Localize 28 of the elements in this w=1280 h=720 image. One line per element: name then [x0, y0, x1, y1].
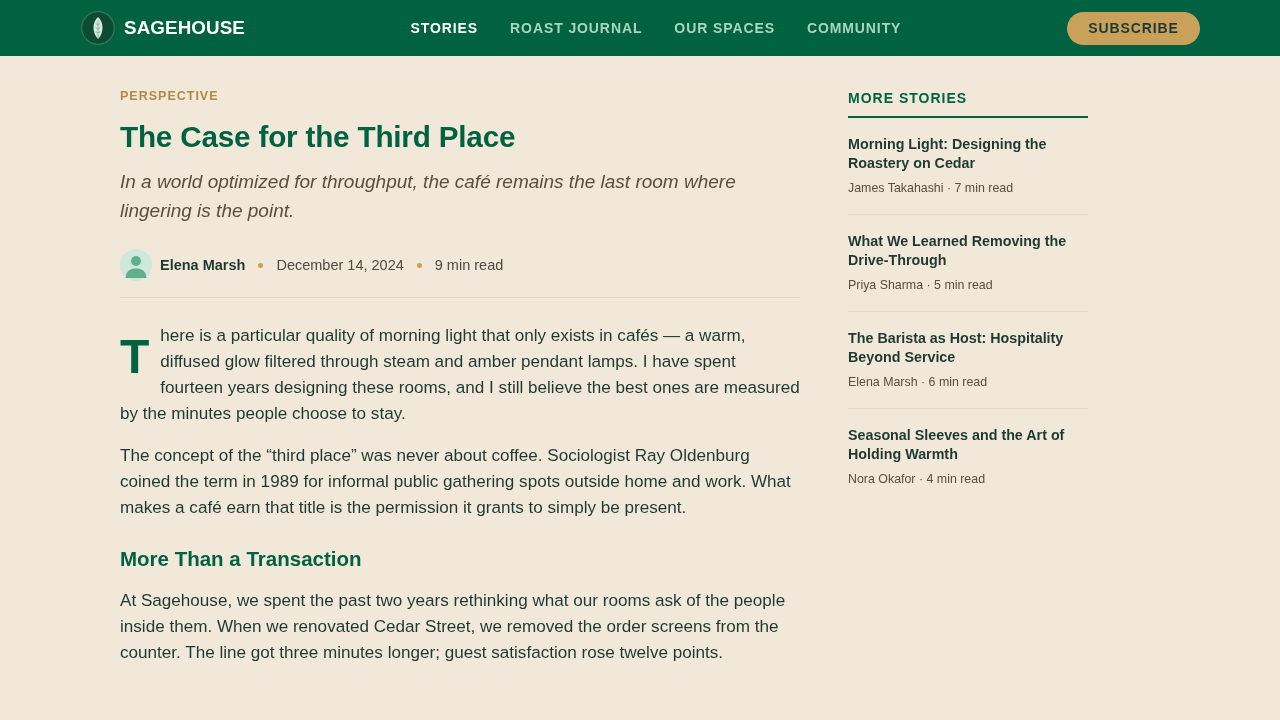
read-time: 9 min read: [434, 257, 504, 273]
story-meta: James Takahashi · 7 min read: [848, 180, 1015, 196]
nav-link[interactable]: ROAST JOURNAL: [510, 20, 643, 36]
nav-link[interactable]: STORIES: [410, 20, 479, 36]
sidebar-heading: MORE STORIES: [848, 90, 1088, 118]
story-link[interactable]: Morning Light: Designing the Roastery on Cedar: [848, 135, 1088, 173]
article-subtitle: In a world optimized for throughput, the café remains the last room where lingering is the point.: [120, 170, 737, 223]
story-meta: Elena Marsh · 6 min read: [848, 374, 989, 390]
brand-name[interactable]: SAGEHOUSE: [124, 17, 245, 39]
article-title: The Case for the Third Place: [120, 119, 517, 155]
body-paragraph: The concept of the “third place” was never about coffee. Sociologist Ray Oldenburg coined the term in 1989 for informal public gathering spots outside home and work. What makes a café earn that title is the permission it grants to simply be present.: [120, 445, 792, 519]
avatar-icon: [120, 249, 152, 281]
nav-link[interactable]: COMMUNITY: [806, 20, 902, 36]
author-name[interactable]: Elena Marsh: [160, 257, 246, 273]
subscribe-button[interactable]: SUBSCRIBE: [1067, 11, 1200, 45]
story-meta: Priya Sharma · 5 min read: [848, 277, 994, 293]
story-link[interactable]: The Barista as Host: Hospitality Beyond Service: [848, 329, 1088, 367]
story-link[interactable]: What We Learned Removing the Drive-Through: [848, 232, 1088, 270]
body-paragraph: At Sagehouse, we spent the past two years rethinking what our rooms ask of the people inside them. When we renovated Cedar Street, we removed the order screens from the counter. The line got three minutes longer; guest satisfaction rose twelve points.: [120, 590, 787, 664]
nav-link[interactable]: OUR SPACES: [674, 20, 775, 36]
leaf-logo-icon[interactable]: [81, 11, 115, 45]
section-heading: More Than a Transaction: [120, 546, 363, 572]
story-link[interactable]: Seasonal Sleeves and the Art of Holding Warmth: [848, 426, 1088, 464]
category-label: PERSPECTIVE: [120, 88, 220, 104]
separator-dot-icon: [416, 262, 422, 268]
separator-dot-icon: [258, 262, 264, 268]
publish-date: December 14, 2024: [276, 257, 404, 273]
story-meta: Nora Okafor · 4 min read: [848, 471, 987, 487]
